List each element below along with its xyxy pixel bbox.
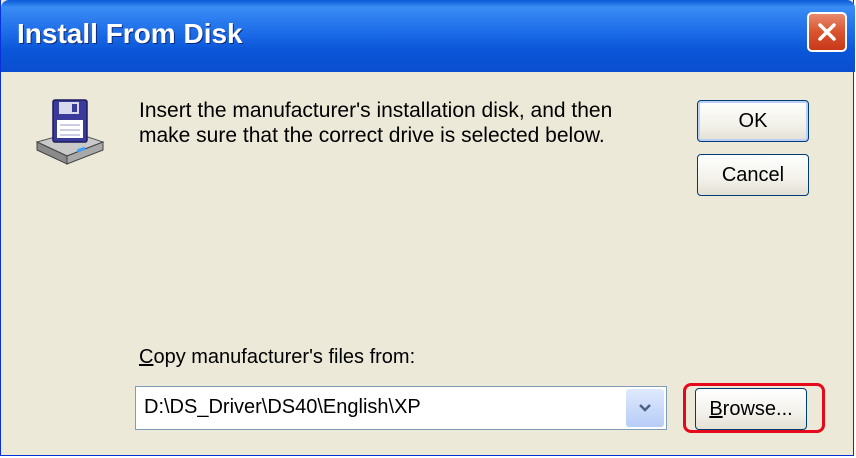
- copy-from-label-text: opy manufacturer's files from:: [153, 346, 416, 368]
- dropdown-button[interactable]: [626, 389, 664, 427]
- instruction-text: Insert the manufacturer's installation d…: [139, 98, 659, 148]
- close-button[interactable]: [807, 12, 847, 52]
- browse-button[interactable]: Browse...: [695, 388, 807, 430]
- chevron-down-icon: [639, 404, 651, 412]
- floppy-disk-drive-icon: [35, 99, 105, 165]
- cancel-button[interactable]: Cancel: [697, 154, 809, 196]
- copy-from-label-mnemonic: C: [139, 346, 154, 368]
- instruction-line-2: make sure that the correct drive is sele…: [139, 124, 605, 147]
- window-title: Install From Disk: [17, 18, 243, 49]
- browse-button-label: rowse...: [722, 398, 793, 420]
- instruction-line-1: Insert the manufacturer's installation d…: [139, 99, 613, 122]
- install-from-disk-dialog: Install From Disk Insert the manufacture…: [0, 0, 855, 456]
- copy-from-path-value[interactable]: D:\DS_Driver\DS40\English\XP: [144, 396, 421, 419]
- copy-from-combobox[interactable]: D:\DS_Driver\DS40\English\XP: [135, 386, 667, 430]
- copy-from-label: Copy manufacturer's files from:: [139, 346, 415, 369]
- browse-button-mnemonic: B: [709, 398, 723, 420]
- ok-button[interactable]: OK: [697, 100, 809, 142]
- title-bar[interactable]: Install From Disk: [1, 0, 855, 72]
- close-icon: [818, 23, 836, 41]
